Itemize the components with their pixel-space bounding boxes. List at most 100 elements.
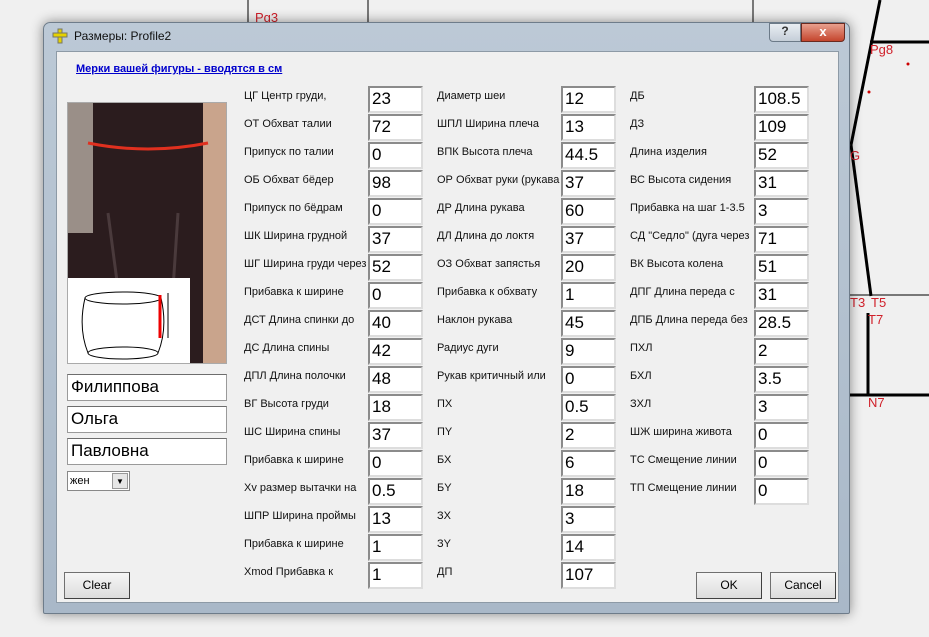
gender-select[interactable]: жен ▼ [67,471,130,491]
measurement-input[interactable]: 13 [561,114,616,141]
measurement-label: СД "Седло" (дуга через [630,230,750,242]
window-title: Размеры: Profile2 [74,29,172,43]
measurement-input[interactable]: 12 [561,86,616,113]
measurement-input[interactable]: 37 [561,226,616,253]
measurement-input[interactable]: 0 [754,422,809,449]
point-label: Pg8 [870,42,894,57]
measurement-input[interactable]: 42 [368,338,423,365]
measurement-input[interactable]: 9 [561,338,616,365]
measurement-input[interactable]: 37 [368,422,423,449]
measurement-label: ШГ Ширина груди через [244,258,367,270]
first-name-input[interactable]: Ольга [67,406,227,433]
measurement-input[interactable]: 52 [754,142,809,169]
measurement-input[interactable]: 0 [368,142,423,169]
measurement-label: Наклон рукава [437,314,513,326]
measurement-label: Длина изделия [630,146,707,158]
measurement-input[interactable]: 0.5 [368,478,423,505]
measurement-input[interactable]: 71 [754,226,809,253]
measurement-input[interactable]: 0 [561,366,616,393]
measurement-label: ОТ Обхват талии [244,118,332,130]
measurement-label: ДЗ [630,118,645,130]
measurement-input[interactable]: 31 [754,282,809,309]
measurement-input[interactable]: 44.5 [561,142,616,169]
point-label: T3 [850,295,866,310]
measurement-label: ВПК Высота плеча [437,146,533,158]
measurement-input[interactable]: 0 [754,450,809,477]
point-label: T7 [868,312,884,327]
chevron-down-icon[interactable]: ▼ [112,473,128,489]
measurement-input[interactable]: 3 [561,506,616,533]
measurement-label: Xmod Прибавка к [244,566,334,578]
ok-button[interactable]: OK [696,572,762,599]
point-label: N7 [868,395,885,410]
measurement-input[interactable]: 1 [368,562,423,589]
measurement-label: ЗХ [437,510,451,522]
measurement-label: БХЛ [630,370,652,382]
measurement-label: ЗХЛ [630,398,652,410]
surname-input[interactable]: Филиппова [67,374,227,401]
measurement-label: Прибавка к обхвату [437,286,538,298]
measurement-input[interactable]: 37 [561,170,616,197]
measurement-input[interactable]: 0 [754,478,809,505]
measurement-input[interactable]: 6 [561,450,616,477]
measurement-label: ДПГ Длина переда с [630,286,735,298]
help-button[interactable]: ? [769,23,801,42]
measurement-input[interactable]: 107 [561,562,616,589]
measurement-input[interactable]: 2 [754,338,809,365]
measurement-input[interactable]: 20 [561,254,616,281]
measurement-input[interactable]: 3.5 [754,366,809,393]
close-button[interactable]: x [801,23,845,42]
measurements-dialog: Размеры: Profile2 ? x Мерки вашей фигуры… [43,22,850,614]
measurement-input[interactable]: 0 [368,198,423,225]
measurement-input[interactable]: 37 [368,226,423,253]
measurement-label: ЦГ Центр груди, [244,90,327,102]
measurement-input[interactable]: 0.5 [561,394,616,421]
measurement-label: ШПЛ Ширина плеча [437,118,539,130]
measurement-label: Прибавка к ширине [244,286,344,298]
measurement-input[interactable]: 60 [561,198,616,225]
point-label: T5 [871,295,887,310]
measurement-input[interactable]: 3 [754,198,809,225]
measurement-input[interactable]: 0 [368,450,423,477]
measurement-input[interactable]: 23 [368,86,423,113]
point-label: G [850,148,861,163]
measurement-input[interactable]: 18 [561,478,616,505]
measurement-input[interactable]: 40 [368,310,423,337]
cancel-button[interactable]: Cancel [770,572,836,599]
measurement-input[interactable]: 45 [561,310,616,337]
measurement-label: ДСТ Длина спинки до [244,314,355,326]
measurement-input[interactable]: 31 [754,170,809,197]
measurement-label: Припуск по бёдрам [244,202,343,214]
measurement-label: ВС Высота сидения [630,174,732,186]
measurement-input[interactable]: 72 [368,114,423,141]
measurement-input[interactable]: 48 [368,366,423,393]
measurement-label: ЗY [437,538,451,550]
measurement-input[interactable]: 2 [561,422,616,449]
measurement-label: ШЖ ширина живота [630,426,732,438]
measurement-input[interactable]: 3 [754,394,809,421]
measurement-input[interactable]: 13 [368,506,423,533]
measurement-label: ДПЛ Длина полочки [244,370,346,382]
measurement-label: ОЗ Обхват запястья [437,258,541,270]
measurement-label: Прибавка к ширине [244,538,344,550]
ruler-icon [52,28,68,44]
clear-button[interactable]: Clear [64,572,130,599]
measurement-label: ДЛ Длина до локтя [437,230,535,242]
patronymic-input[interactable]: Павловна [67,438,227,465]
measurement-input[interactable]: 18 [368,394,423,421]
measurement-input[interactable]: 52 [368,254,423,281]
measurement-label: Xv размер вытачки на [244,482,357,494]
measurement-label: ТС Смещение линии [630,454,737,466]
measurement-label: Радиус дуги [437,342,499,354]
measurement-input[interactable]: 1 [561,282,616,309]
measurements-heading-link[interactable]: Мерки вашей фигуры - вводятся в см [76,63,282,75]
measurement-input[interactable]: 1 [368,534,423,561]
measurement-input[interactable]: 28.5 [754,310,809,337]
measurement-input[interactable]: 14 [561,534,616,561]
measurement-input[interactable]: 108.5 [754,86,809,113]
measurement-input[interactable]: 51 [754,254,809,281]
measurement-input[interactable]: 0 [368,282,423,309]
measurement-label: ТП Смещение линии [630,482,737,494]
measurement-input[interactable]: 109 [754,114,809,141]
measurement-input[interactable]: 98 [368,170,423,197]
